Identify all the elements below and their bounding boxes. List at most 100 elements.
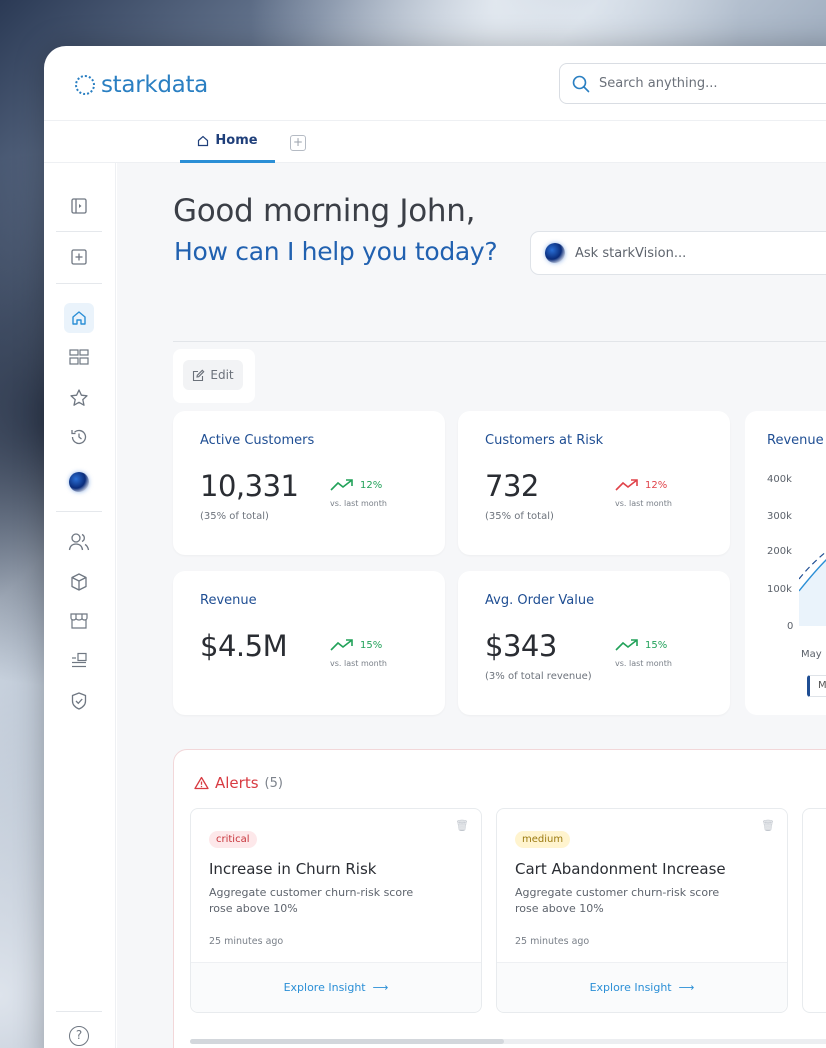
kpi-value: $343: [485, 629, 557, 663]
home-icon[interactable]: [64, 303, 94, 333]
kpi-trend-pct: 12%: [645, 479, 668, 491]
sidebar-divider: [56, 511, 102, 512]
store-icon[interactable]: [68, 610, 90, 632]
kpi-trend: 12%: [330, 478, 382, 492]
trend-up-icon: [615, 639, 638, 651]
kpi-title: Avg. Order Value: [485, 593, 595, 608]
ask-starkvision-input[interactable]: Ask starkVision...: [530, 231, 826, 275]
alert-title: Increase in Churn Risk: [209, 860, 377, 878]
warning-icon: [194, 776, 209, 790]
alerts-scrollbar[interactable]: [190, 1039, 826, 1044]
edit-icon: [193, 369, 205, 381]
sidebar-divider: [56, 283, 102, 284]
kpi-title: Customers at Risk: [485, 433, 604, 448]
search-box[interactable]: [559, 63, 826, 104]
kpi-trend-vs: vs. last month: [615, 659, 672, 668]
kpi-card-customers-at-risk[interactable]: Customers at Risk 732 12% vs. last month…: [458, 411, 730, 555]
alerts-panel: Alerts (5) critical 🗑 Increase in Churn …: [173, 749, 826, 1048]
logo[interactable]: starkdata: [75, 72, 208, 98]
explore-insight-button[interactable]: Explore Insight ⟶: [191, 962, 481, 1012]
trash-icon[interactable]: 🗑: [455, 819, 469, 832]
trend-up-icon: [330, 639, 353, 651]
severity-badge: critical: [209, 831, 257, 848]
kpi-trend-pct: 12%: [360, 479, 383, 491]
stark-orb-icon: [545, 243, 565, 263]
explore-insight-label: Explore Insight: [589, 981, 672, 994]
kpi-trend: 15%: [615, 638, 667, 652]
tab-bar: Home +: [44, 121, 826, 163]
kpi-value: 732: [485, 469, 539, 503]
panel-toggle-icon[interactable]: [68, 195, 90, 217]
search-input[interactable]: [599, 76, 799, 91]
sidebar-divider: [56, 231, 102, 232]
kpi-trend: 12%: [615, 478, 667, 492]
severity-badge: medium: [515, 831, 571, 848]
kpi-trend-vs: vs. last month: [615, 499, 672, 508]
dashboard-icon[interactable]: [68, 346, 90, 368]
new-tab-icon[interactable]: [68, 246, 90, 268]
kpi-trend-vs: vs. last month: [330, 499, 387, 508]
shield-icon[interactable]: [68, 690, 90, 712]
kpi-card-avg-order-value[interactable]: Avg. Order Value $343 15% vs. last month…: [458, 571, 730, 715]
greeting-subtitle: How can I help you today?: [174, 237, 498, 266]
alert-card[interactable]: critical 🗑 Increase in Churn Risk Aggreg…: [190, 808, 482, 1013]
explore-insight-label: Explore Insight: [283, 981, 366, 994]
alerts-count: (5): [264, 775, 283, 791]
tab-home-label: Home: [215, 133, 258, 148]
help-icon[interactable]: ?: [69, 1026, 89, 1046]
stark-orb-icon[interactable]: [68, 471, 90, 493]
kpi-title: Active Customers: [200, 433, 315, 448]
new-tab-button[interactable]: +: [290, 135, 306, 151]
list-icon[interactable]: [68, 650, 90, 672]
alert-card[interactable]: [802, 808, 826, 1013]
chart-legend-chip[interactable]: M: [807, 675, 826, 697]
arrow-right-icon: ⟶: [372, 981, 389, 994]
kpi-trend-pct: 15%: [645, 639, 668, 651]
y-tick-label: 300k: [767, 511, 792, 522]
arrow-right-icon: ⟶: [678, 981, 695, 994]
y-tick-label: 0: [787, 621, 794, 632]
section-divider: [173, 341, 826, 342]
x-tick-label: May: [801, 649, 822, 660]
edit-label: Edit: [210, 368, 234, 382]
tab-home[interactable]: Home: [180, 121, 275, 163]
greeting-title: Good morning John,: [173, 193, 476, 229]
revenue-area-series: [799, 551, 826, 626]
trend-up-icon: [615, 479, 638, 491]
logo-mark-icon: [75, 75, 95, 95]
kpi-trend-vs: vs. last month: [330, 659, 387, 668]
box-icon[interactable]: [68, 571, 90, 593]
history-icon[interactable]: [68, 426, 90, 448]
sidebar-divider: [56, 1011, 102, 1012]
trash-icon[interactable]: 🗑: [761, 819, 775, 832]
kpi-trend-pct: 15%: [360, 639, 383, 651]
alert-title: Cart Abandonment Increase: [515, 860, 726, 878]
kpi-card-active-customers[interactable]: Active Customers 10,331 12% vs. last mon…: [173, 411, 445, 555]
sidebar: ?: [44, 163, 116, 1048]
alert-card[interactable]: medium 🗑 Cart Abandonment Increase Aggre…: [496, 808, 788, 1013]
kpi-card-revenue[interactable]: Revenue $4.5M 15% vs. last month: [173, 571, 445, 715]
alert-description: Aggregate customer churn-risk score rose…: [209, 886, 414, 915]
search-icon: [572, 75, 590, 92]
topbar: starkdata: [44, 46, 826, 121]
alert-description: Aggregate customer churn-risk score rose…: [515, 886, 720, 915]
alerts-header: Alerts (5): [194, 774, 283, 792]
y-tick-label: 200k: [767, 546, 792, 557]
alert-timestamp: 25 minutes ago: [209, 936, 284, 947]
kpi-trend: 15%: [330, 638, 382, 652]
kpi-title: Revenue: [200, 593, 257, 608]
brand-name: starkdata: [101, 72, 208, 98]
scrollbar-thumb[interactable]: [190, 1039, 504, 1044]
edit-toolbar: Edit: [173, 349, 255, 403]
explore-insight-button[interactable]: Explore Insight ⟶: [497, 962, 787, 1012]
trend-up-icon: [330, 479, 353, 491]
star-icon[interactable]: [68, 387, 90, 409]
kpi-subtext: (35% of total): [485, 511, 554, 522]
main-content: Good morning John, How can I help you to…: [117, 163, 826, 1048]
y-tick-label: 100k: [767, 584, 792, 595]
revenue-chart-card[interactable]: Revenue 400k 300k 200k 100k 0 May M: [745, 411, 826, 715]
home-tab-icon: [198, 135, 209, 146]
ask-placeholder: Ask starkVision...: [575, 245, 687, 261]
users-icon[interactable]: [68, 531, 90, 553]
edit-button[interactable]: Edit: [183, 360, 243, 390]
